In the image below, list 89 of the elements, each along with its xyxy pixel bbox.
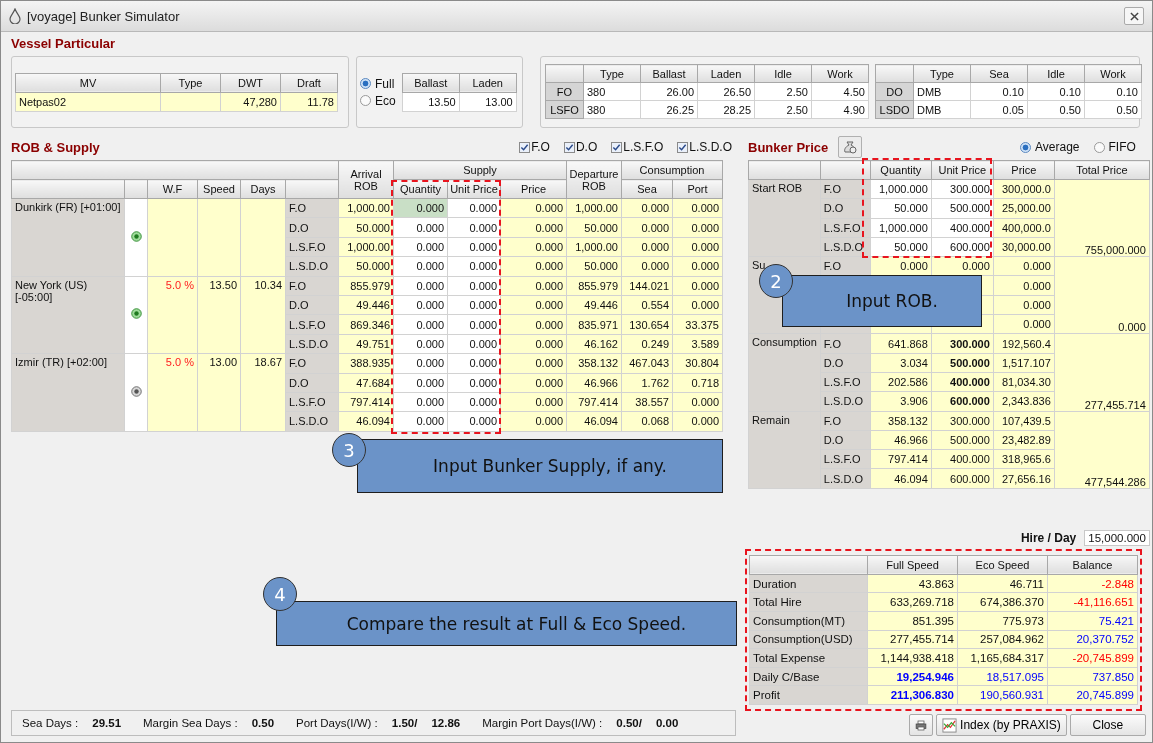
column-header: Type [160, 73, 221, 92]
port-icon[interactable] [130, 230, 142, 242]
window-title: [voyage] Bunker Simulator [27, 8, 181, 24]
status-label: Sea Days : [22, 717, 79, 729]
table-cell: 5.0 % [147, 276, 198, 354]
fuel-checkbox[interactable]: L.S.F.O [611, 140, 664, 154]
column-header: Laden [459, 73, 517, 92]
table-cell: 13.50 [197, 276, 241, 354]
status-value: 12.86 [431, 717, 461, 729]
corner-cell [545, 64, 584, 83]
check-icon [564, 142, 574, 152]
column-header: Unit Price [931, 160, 994, 180]
fuel-checkbox[interactable]: F.O [519, 140, 550, 154]
port-cell: New York (US) [-05:00] [11, 276, 125, 354]
column-header: Total Price [1054, 160, 1150, 180]
drop-icon [9, 8, 21, 24]
hire-label: Hire / Day [1020, 530, 1077, 545]
callout-note: Input ROB. [782, 275, 982, 327]
status-value: 0.50 [251, 717, 275, 729]
section-title: Bunker Price [748, 139, 829, 155]
port-icon[interactable] [130, 308, 142, 320]
method-radio[interactable]: FIFO [1093, 140, 1136, 154]
check-icon [520, 142, 530, 152]
header-cell [820, 160, 871, 180]
port-cell: Dunkirk (FR) [+01:00] [11, 198, 125, 277]
callout-note: Input Bunker Supply, if any. [357, 439, 723, 493]
column-header: Work [811, 64, 869, 83]
column-header: Sea [970, 64, 1028, 83]
column-header: Balance [1047, 555, 1138, 575]
column-header: Departure ROB [566, 160, 622, 199]
table-cell: 10.34 [240, 276, 286, 354]
column-header: DWT [220, 73, 281, 92]
status-label: Port Days(I/W) : [296, 717, 378, 729]
method-radio[interactable]: Average [1020, 140, 1080, 154]
column-header: Work [1084, 64, 1142, 83]
column-header: Type [583, 64, 641, 83]
column-header: Eco Speed [957, 555, 1048, 575]
section-title: ROB & Supply [11, 139, 100, 155]
table-cell: 13.00 [197, 353, 241, 432]
speed-radio[interactable]: Eco [360, 93, 396, 108]
check-icon [612, 142, 622, 152]
column-header: Price [993, 160, 1055, 180]
total-cell: 755,000.000 [1054, 179, 1150, 257]
column-header: Consumption [621, 160, 723, 180]
total-cell: 477,544.286 [1054, 411, 1150, 489]
print-button[interactable] [909, 714, 934, 736]
fuel-checkbox[interactable]: D.O [563, 140, 598, 154]
section-title: Vessel Particular [11, 36, 117, 51]
callout-note: Compare the result at Full & Eco Speed. [276, 601, 737, 646]
status-label: Margin Port Days(I/W) : [482, 717, 603, 729]
close-icon[interactable] [1124, 7, 1144, 25]
status-value: 29.51 [92, 717, 122, 729]
step-badge: 3 [332, 433, 366, 467]
chart-icon [942, 717, 958, 733]
printer-icon [915, 717, 928, 733]
column-header: Ballast [402, 73, 460, 92]
column-header: Type [913, 64, 971, 83]
total-cell: 0.000 [1054, 256, 1150, 334]
step-badge: 4 [263, 577, 297, 611]
column-header: Idle [754, 64, 812, 83]
corner-cell [875, 64, 914, 83]
column-header: Arrival ROB [338, 160, 394, 199]
column-header: Idle [1027, 64, 1085, 83]
hire-field[interactable]: 15,000.000 [1084, 529, 1150, 546]
speed-radio[interactable]: Full [360, 76, 396, 91]
column-header: MV [15, 73, 161, 92]
port-icon[interactable] [130, 385, 142, 397]
table-cell: 5.0 % [147, 353, 198, 432]
group-cell: Start ROB [748, 179, 821, 257]
status-label: Margin Sea Days : [143, 717, 238, 729]
port-cell: Izmir (TR) [+02:00] [11, 353, 125, 432]
bag-icon[interactable] [838, 136, 863, 158]
check-icon [678, 142, 688, 152]
table-cell: 18.67 [240, 353, 286, 432]
status-value: 0.00 [655, 717, 679, 729]
group-cell: Remain [748, 411, 821, 489]
fuel-checkbox[interactable]: L.S.D.O [677, 140, 732, 154]
status-value: 1.50/ [391, 717, 418, 729]
column-header: Full Speed [867, 555, 958, 575]
close-button[interactable]: Close [1069, 714, 1146, 736]
column-header: Supply [393, 160, 567, 180]
group-cell: Consumption [748, 333, 821, 412]
column-header: Draft [280, 73, 338, 92]
total-cell: 277,455.714 [1054, 333, 1150, 412]
column-header: Quantity [870, 160, 932, 180]
column-header: Laden [697, 64, 755, 83]
status-value: 0.50/ [616, 717, 642, 729]
column-header: Ballast [640, 64, 698, 83]
index-button[interactable]: Index (by PRAXIS) [936, 714, 1067, 736]
